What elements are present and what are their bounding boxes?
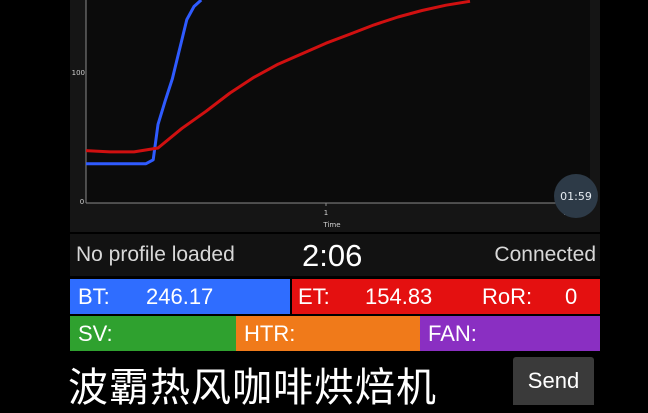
- bt-label: BT:: [78, 284, 110, 309]
- temperature-readouts: BT: 246.17 ET: 154.83 RoR: 0: [70, 279, 600, 314]
- et-value: 154.83: [365, 284, 433, 309]
- et-readout: ET: 154.83 RoR: 0: [292, 279, 600, 314]
- x-axis-label: Time: [322, 221, 340, 229]
- sv-control[interactable]: SV:: [70, 316, 236, 351]
- fan-control[interactable]: FAN:: [420, 316, 600, 351]
- plot-area: [86, 0, 590, 203]
- status-bar: No profile loaded 2:06 Connected: [70, 234, 600, 276]
- roast-graph-svg: 012100Time: [72, 0, 590, 229]
- x-tick-label-1: 1: [324, 209, 328, 217]
- sv-label: SV:: [78, 321, 113, 346]
- send-button[interactable]: Send: [513, 357, 594, 405]
- ror-label: RoR:: [482, 284, 533, 309]
- x-tick-label-0: 0: [80, 198, 84, 206]
- profile-status: No profile loaded: [76, 243, 235, 266]
- fan-label: FAN:: [428, 321, 477, 346]
- connection-status: Connected: [494, 243, 596, 266]
- control-readouts: SV: HTR: FAN:: [70, 316, 600, 351]
- roast-timer: 2:06: [302, 238, 363, 273]
- y-tick-label-1: 100: [72, 69, 85, 77]
- bt-value: 246.17: [146, 284, 214, 309]
- video-caption: 波霸热风咖啡烘焙机: [68, 365, 437, 411]
- roast-graph: 012100Time 01:59: [70, 0, 600, 232]
- ror-value: 0: [565, 284, 578, 309]
- htr-label: HTR:: [244, 321, 296, 346]
- et-label: ET:: [298, 284, 330, 309]
- bt-readout: BT: 246.17: [70, 279, 290, 314]
- elapsed-time-badge[interactable]: 01:59: [554, 174, 598, 218]
- heater-control[interactable]: HTR:: [236, 316, 420, 351]
